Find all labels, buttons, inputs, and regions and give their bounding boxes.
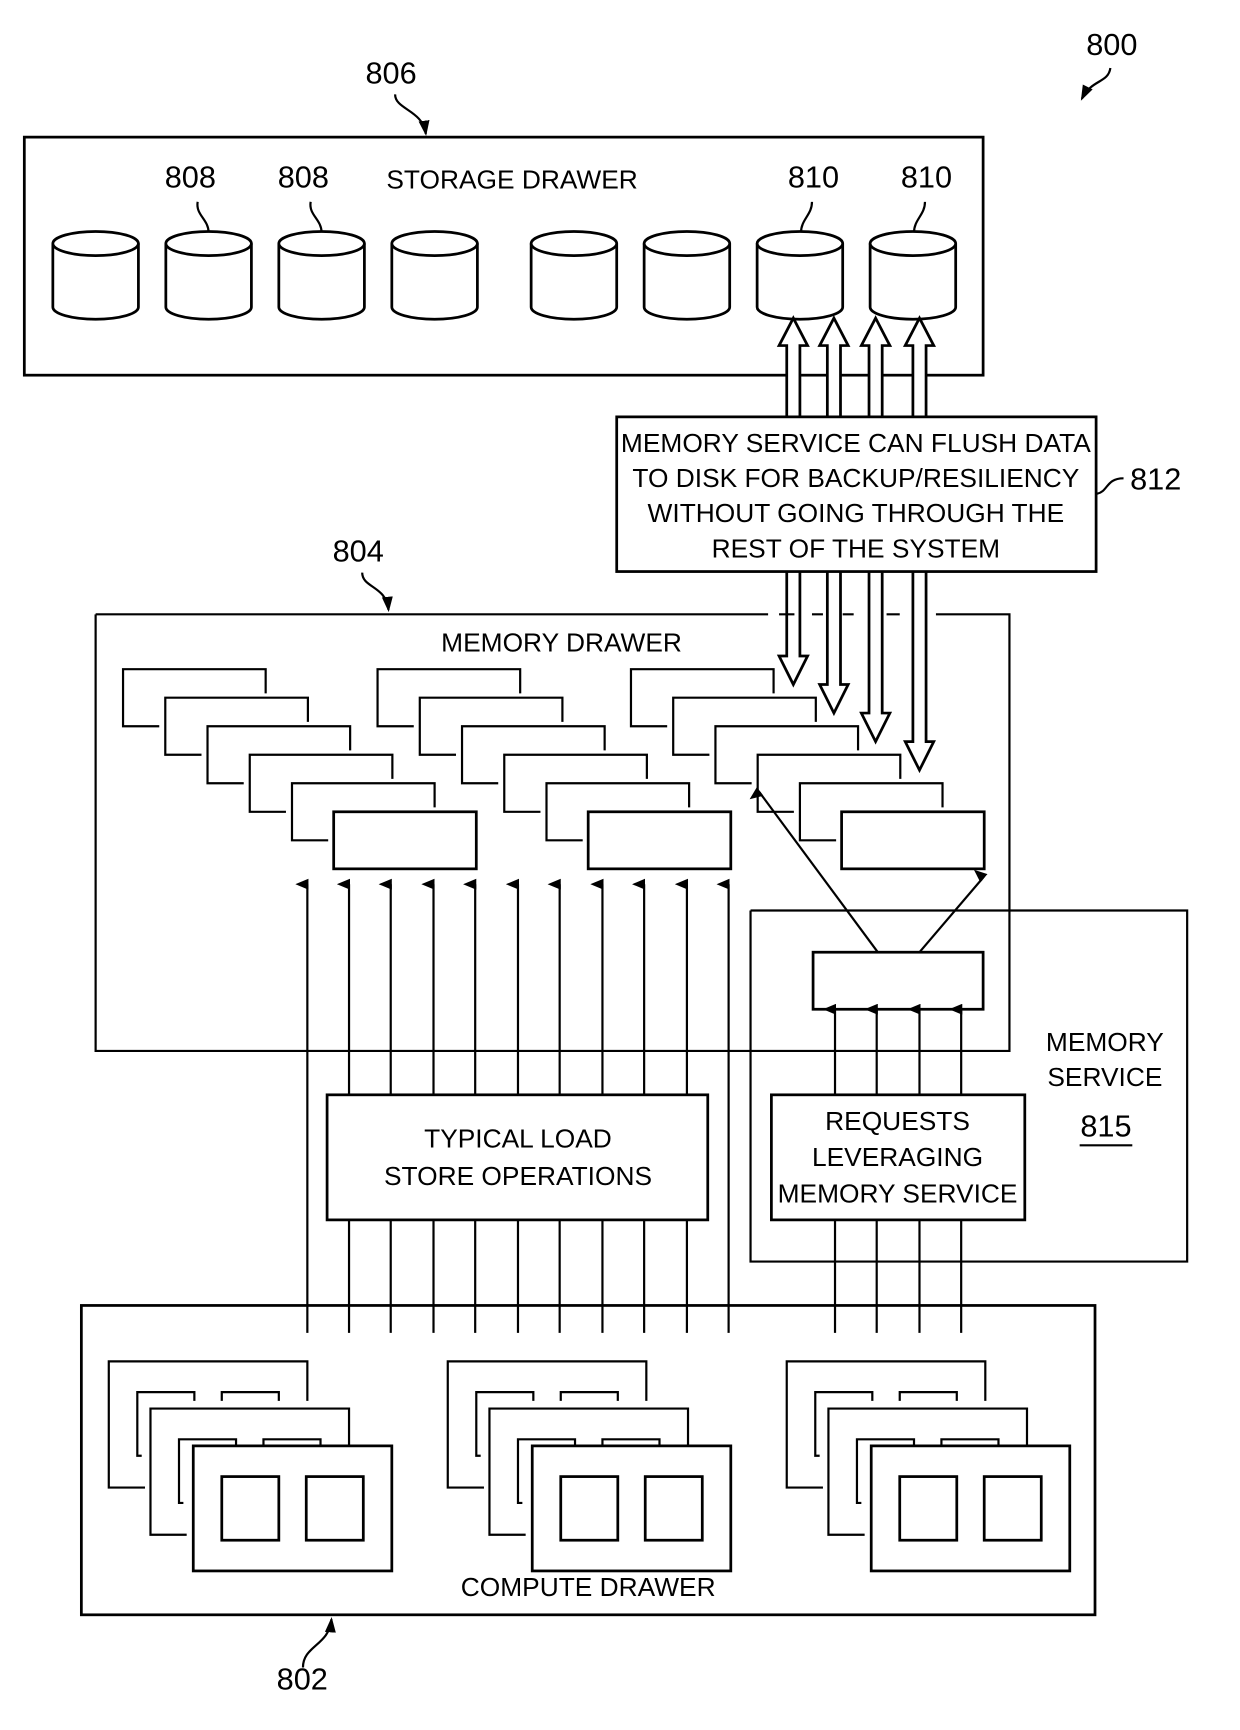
svg-text:MEMORY: MEMORY [1046,1027,1164,1057]
compute-drawer-label: COMPUTE DRAWER [461,1572,716,1602]
typical-load-store-box: TYPICAL LOAD STORE OPERATIONS [325,1093,710,1222]
svg-text:MEMORY SERVICE: MEMORY SERVICE [778,1178,1018,1208]
svg-text:MEMORY SERVICE CAN FLUSH DATA: MEMORY SERVICE CAN FLUSH DATA [621,428,1091,458]
svg-text:WITHOUT GOING THROUGH THE: WITHOUT GOING THROUGH THE [648,498,1065,528]
memory-service-ref: 815 [1080,1109,1131,1144]
svg-text:800: 800 [1086,27,1137,62]
svg-text:TO DISK FOR BACKUP/RESILIENCY: TO DISK FOR BACKUP/RESILIENCY [632,463,1079,493]
svg-text:812: 812 [1130,461,1181,496]
disk-icon [868,230,958,321]
svg-text:TYPICAL LOAD: TYPICAL LOAD [424,1123,612,1153]
disk-ref: 810 [901,160,952,195]
flush-down-arrow [817,571,851,717]
compute-drawer: COMPUTE DRAWER 802 [79,1304,1097,1696]
disk-icon [277,230,366,321]
svg-text:SERVICE: SERVICE [1047,1062,1162,1092]
disk-icon [755,230,845,321]
svg-text:806: 806 [365,55,416,90]
disk-icon [164,230,253,321]
disk-icon [51,230,140,321]
flush-down-arrow [903,571,936,774]
compute-node-stack [446,1360,733,1573]
cpu-chip-icon [559,1475,620,1542]
cpu-chip-icon [304,1475,365,1542]
cpu-chip-icon [220,1475,281,1542]
svg-text:LEVERAGING: LEVERAGING [812,1142,983,1172]
cpu-chip-icon [982,1475,1043,1542]
figure-ref-800: 800 [1080,27,1137,101]
requests-box: REQUESTS LEVERAGING MEMORY SERVICE [770,1093,1027,1222]
storage-drawer-label: STORAGE DRAWER [386,165,637,195]
svg-text:804: 804 [333,534,384,569]
compute-node-stack [785,1360,1072,1573]
disk-icon [529,230,619,321]
system-diagram: 800 806 STORAGE DRAWER 808 808 810 810 M… [22,27,1189,1696]
flush-down-arrow [859,571,893,745]
disk-icon [390,230,479,321]
memory-drawer-label: MEMORY DRAWER [441,628,682,658]
svg-text:REQUESTS: REQUESTS [825,1106,970,1136]
disk-ref: 808 [165,160,216,195]
cpu-chip-icon [898,1475,959,1542]
disk-ref: 810 [788,160,839,195]
compute-node-stack [107,1360,394,1573]
svg-text:STORE OPERATIONS: STORE OPERATIONS [384,1161,652,1191]
flush-note: MEMORY SERVICE CAN FLUSH DATA TO DISK FO… [615,415,1181,573]
flush-down-arrow [776,571,810,688]
memory-module-stack [121,668,478,871]
disk-ref: 808 [278,160,329,195]
cpu-chip-icon [643,1475,704,1542]
svg-text:802: 802 [277,1661,328,1696]
svg-text:REST OF THE SYSTEM: REST OF THE SYSTEM [712,533,1001,563]
disk-icon [642,230,732,321]
